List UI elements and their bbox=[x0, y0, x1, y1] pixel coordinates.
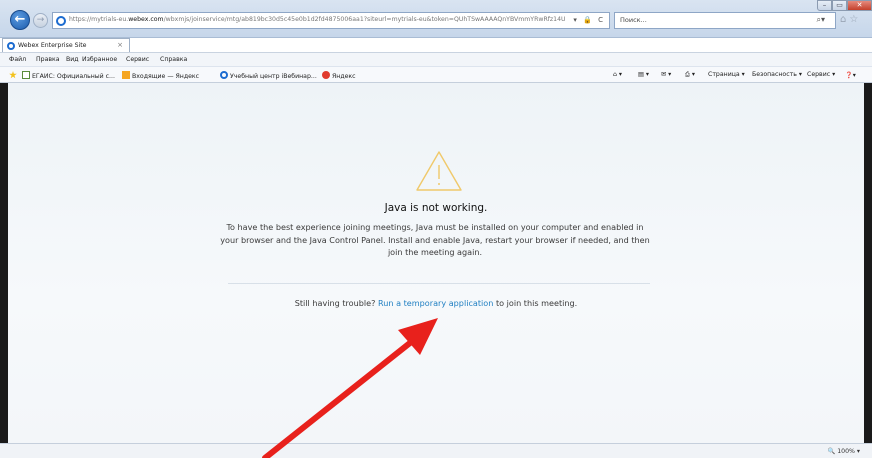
cmd-tools-menu[interactable]: Сервис ▾ bbox=[807, 71, 835, 78]
fav-item-webinar[interactable]: Учебный центр iВебинар... bbox=[220, 71, 317, 80]
tab-webex[interactable]: Webex Enterprise Site × bbox=[2, 38, 130, 52]
cmd-mail-icon[interactable]: ✉ ▾ bbox=[661, 71, 671, 78]
menu-bar: Файл Правка Вид Избранное Сервис Справка bbox=[0, 52, 872, 66]
search-box[interactable]: Поиск... ⌕▾ bbox=[614, 12, 836, 29]
forward-arrow-icon: → bbox=[36, 15, 45, 25]
yandex-icon bbox=[322, 71, 330, 79]
browser-titlebar: ← → https://mytrials-eu.webex.com/wbxmjs… bbox=[0, 0, 872, 38]
fav-item-egais[interactable]: ЕГАИС: Официальный с... bbox=[22, 71, 115, 80]
home-star-gear-icons[interactable]: ⌂☆ bbox=[840, 14, 861, 25]
menu-edit[interactable]: Правка bbox=[36, 56, 60, 63]
back-button[interactable]: ← bbox=[10, 10, 30, 30]
ie-page-icon bbox=[56, 16, 66, 26]
menu-tools[interactable]: Сервис bbox=[126, 56, 149, 63]
fav-item-yandex-mail[interactable]: Входящие — Яндекс bbox=[122, 71, 199, 80]
favorites-star-icon[interactable] bbox=[9, 71, 19, 80]
tab-strip bbox=[0, 38, 872, 52]
close-window-button[interactable]: ✕ bbox=[847, 0, 872, 11]
fav-item-yandex[interactable]: Яндекс bbox=[322, 71, 356, 80]
window-left-edge bbox=[0, 83, 8, 458]
zoom-level[interactable]: 🔍 100% ▾ bbox=[828, 447, 860, 455]
window-right-edge bbox=[864, 83, 872, 458]
search-icon[interactable]: ⌕▾ bbox=[817, 15, 826, 25]
run-temporary-application-link[interactable]: Run a temporary application bbox=[378, 298, 493, 308]
tab-title: Webex Enterprise Site bbox=[18, 42, 87, 49]
maximize-button[interactable]: ▭ bbox=[832, 0, 847, 11]
cmd-print-icon[interactable]: ⎙ ▾ bbox=[685, 71, 695, 79]
search-placeholder: Поиск... bbox=[620, 16, 647, 24]
cmd-page-menu[interactable]: Страница ▾ bbox=[708, 71, 745, 78]
page-icon bbox=[22, 71, 30, 79]
address-bar[interactable]: https://mytrials-eu.webex.com/wbxmjs/joi… bbox=[52, 12, 610, 29]
cmd-home-icon[interactable]: ⌂ ▾ bbox=[613, 71, 622, 78]
favorites-bar: ЕГАИС: Официальный с... Входящие — Яндек… bbox=[0, 66, 872, 83]
back-arrow-icon: ← bbox=[14, 12, 26, 27]
mail-icon bbox=[122, 71, 130, 79]
page-content bbox=[8, 83, 864, 443]
page-title: Java is not working. bbox=[384, 202, 488, 214]
menu-help[interactable]: Справка bbox=[160, 56, 187, 63]
menu-view[interactable]: Вид bbox=[66, 56, 79, 63]
warning-icon bbox=[416, 151, 462, 191]
forward-button[interactable]: → bbox=[33, 13, 48, 28]
menu-file[interactable]: Файл bbox=[9, 56, 26, 63]
minimize-button[interactable]: – bbox=[817, 0, 832, 11]
cmd-help-icon[interactable]: ❓▾ bbox=[845, 71, 856, 79]
circle-icon bbox=[220, 71, 228, 79]
address-url[interactable]: https://mytrials-eu.webex.com/wbxmjs/joi… bbox=[69, 16, 566, 23]
menu-favorites[interactable]: Избранное bbox=[82, 56, 117, 63]
error-description: To have the best experience joining meet… bbox=[220, 222, 650, 257]
status-bar: 🔍 100% ▾ bbox=[0, 443, 872, 458]
tab-favicon-icon bbox=[7, 42, 15, 50]
divider bbox=[228, 283, 650, 284]
cmd-safety-menu[interactable]: Безопасность ▾ bbox=[752, 71, 802, 78]
trouble-message: Still having trouble? Run a temporary ap… bbox=[294, 298, 578, 308]
address-controls[interactable]: ▾ 🔒 C bbox=[573, 16, 605, 24]
tab-close-icon[interactable]: × bbox=[117, 41, 123, 49]
cmd-feeds-icon[interactable]: ▤ ▾ bbox=[638, 71, 649, 78]
